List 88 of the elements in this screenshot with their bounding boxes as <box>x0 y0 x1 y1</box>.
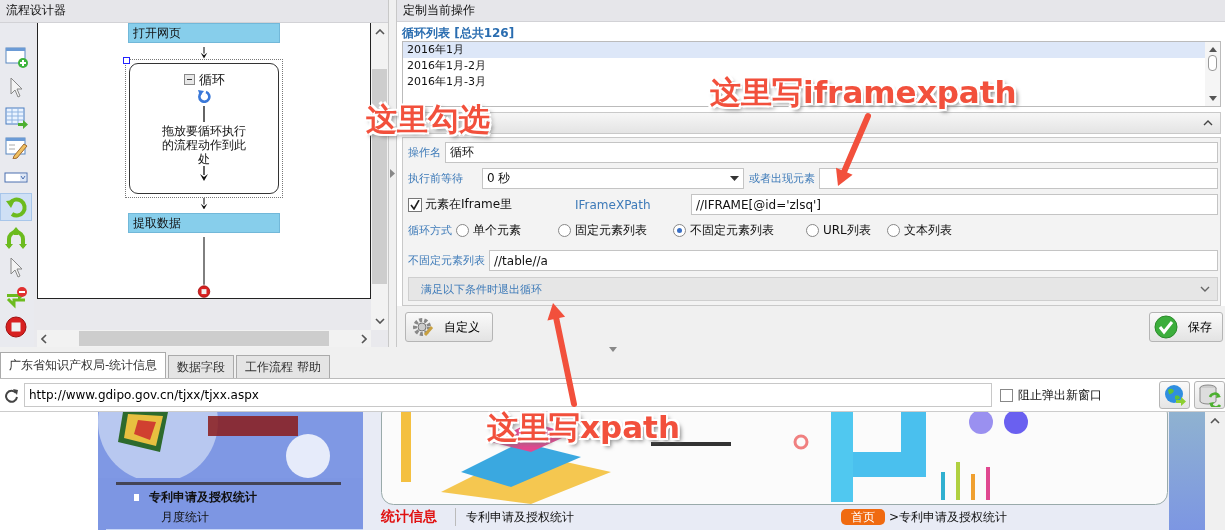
refresh-icon[interactable] <box>4 387 19 403</box>
connector-arrow <box>199 47 209 59</box>
panel-title: 流程设计器 <box>0 0 388 23</box>
name-field[interactable]: 循环 <box>445 142 1218 163</box>
caret-icon <box>730 175 739 182</box>
element-field[interactable] <box>819 168 1218 189</box>
checkbox[interactable] <box>999 388 1013 402</box>
bullet-icon <box>133 494 139 501</box>
radio-button[interactable] <box>673 224 686 237</box>
scroll-left-icon <box>41 333 47 344</box>
connector-line <box>202 237 206 285</box>
scroll-up-icon <box>374 29 385 35</box>
field-label: 不固定元素列表 <box>408 253 485 268</box>
radio-label: 单个元素 <box>473 222 521 239</box>
field-label: 循环方式 <box>408 223 453 238</box>
check-icon <box>410 199 420 210</box>
field-label: 执行前等待 <box>408 171 463 186</box>
check-icon <box>1154 315 1178 339</box>
radio-button[interactable] <box>456 224 469 237</box>
list-label: 循环列表 [总共126] <box>402 25 516 41</box>
collapse-icon[interactable] <box>183 74 195 86</box>
scroll-thumb[interactable] <box>79 331 329 346</box>
list-item[interactable]: 2016年1月 <box>403 42 1205 58</box>
section-link[interactable]: 专利申请及授权统计 <box>465 508 841 526</box>
xpath-field[interactable]: //table//a <box>489 250 1218 271</box>
scrollbar[interactable] <box>37 330 371 347</box>
scroll-thumb[interactable] <box>1208 55 1217 71</box>
panel-title: 定制当前操作 <box>397 0 1225 22</box>
radio-label: 文本列表 <box>904 222 952 239</box>
tab[interactable]: 工作流程 帮助 <box>236 355 331 378</box>
loop-minus-icon <box>4 285 28 309</box>
field-label: 或者出现元素 <box>749 171 813 186</box>
table-arrow-icon <box>4 105 28 129</box>
radio-label: URL列表 <box>823 222 871 239</box>
splitter-arrow-icon <box>390 169 395 178</box>
fork-arrow-icon <box>4 225 28 249</box>
form-pencil-icon <box>4 135 28 159</box>
wait-dropdown[interactable]: 0 秒 <box>482 168 744 189</box>
radio-button[interactable] <box>558 224 571 237</box>
loop-node[interactable]: 循环 拖放要循环执行的流程动作到此处 <box>129 62 279 194</box>
scroll-down-icon <box>1207 95 1218 103</box>
save-button[interactable]: 保存 <box>1149 312 1223 342</box>
window-plus-icon <box>4 45 28 69</box>
radio-button[interactable] <box>806 224 819 237</box>
connector-arrow <box>199 165 209 181</box>
loop-label: 循环 <box>198 70 225 89</box>
field-label: IFrameXPath <box>575 197 652 212</box>
stop-icon <box>4 315 28 339</box>
checkbox[interactable] <box>408 197 422 212</box>
breadcrumb: >专利申请及授权统计 <box>888 508 1007 526</box>
scroll-up-icon <box>1210 418 1221 424</box>
splitter-arrow-icon <box>608 347 617 352</box>
tab[interactable]: 数据字段 <box>168 355 235 378</box>
action-node[interactable]: 打开网页 <box>128 23 280 43</box>
selection-handle[interactable] <box>123 56 130 64</box>
field-label: 操作名 <box>408 145 441 160</box>
iframe-xpath-field[interactable]: //IFRAME[@id='zlsq'] <box>691 194 1218 215</box>
scrollbar[interactable] <box>1205 412 1225 530</box>
connector-arrow <box>199 197 209 210</box>
action-node[interactable]: 提取数据 <box>128 213 280 234</box>
radio-label: 不固定元素列表 <box>690 222 774 239</box>
scroll-right-icon <box>361 333 367 344</box>
radio-label: 固定元素列表 <box>575 222 647 239</box>
stop-icon[interactable] <box>196 284 212 298</box>
tab[interactable]: 广东省知识产权局-统计信息 <box>0 352 167 378</box>
drop-hint: 拖放要循环执行的流程动作到此处 <box>162 123 246 166</box>
radio-button[interactable] <box>887 224 900 237</box>
scroll-down-icon <box>374 318 385 324</box>
menu-heading[interactable]: 专利申请及授权统计 <box>148 489 257 506</box>
custom-button[interactable]: 自定义 <box>405 312 493 342</box>
menu-item[interactable]: 月度统计 <box>133 509 341 526</box>
section-title: 统计信息 <box>380 508 456 526</box>
scrollbar[interactable] <box>1205 42 1220 106</box>
database-refresh-icon <box>1197 383 1222 407</box>
connector-line <box>202 105 206 122</box>
list-item[interactable]: 2016年1月-2月 <box>403 58 1205 74</box>
checkbox-label: 元素在Iframe里 <box>425 196 514 213</box>
toolbar-button[interactable] <box>1159 381 1191 409</box>
checkbox-label: 阻止弹出新窗口 <box>1017 386 1102 404</box>
callout-label: 这里写iframexpath <box>710 74 1017 110</box>
globe-arrow-icon <box>1162 383 1187 407</box>
gear-icon <box>410 315 434 339</box>
toolbar-button[interactable] <box>1194 381 1225 409</box>
loop-arrow-icon <box>4 195 28 219</box>
collapsible-bar[interactable]: 满足以下条件时退出循环 <box>408 277 1218 301</box>
loop-arrow-icon <box>197 88 211 103</box>
address-field[interactable]: http://www.gdipo.gov.cn/tjxx/tjxx.aspx <box>23 383 992 407</box>
scroll-up-icon <box>1207 45 1218 53</box>
